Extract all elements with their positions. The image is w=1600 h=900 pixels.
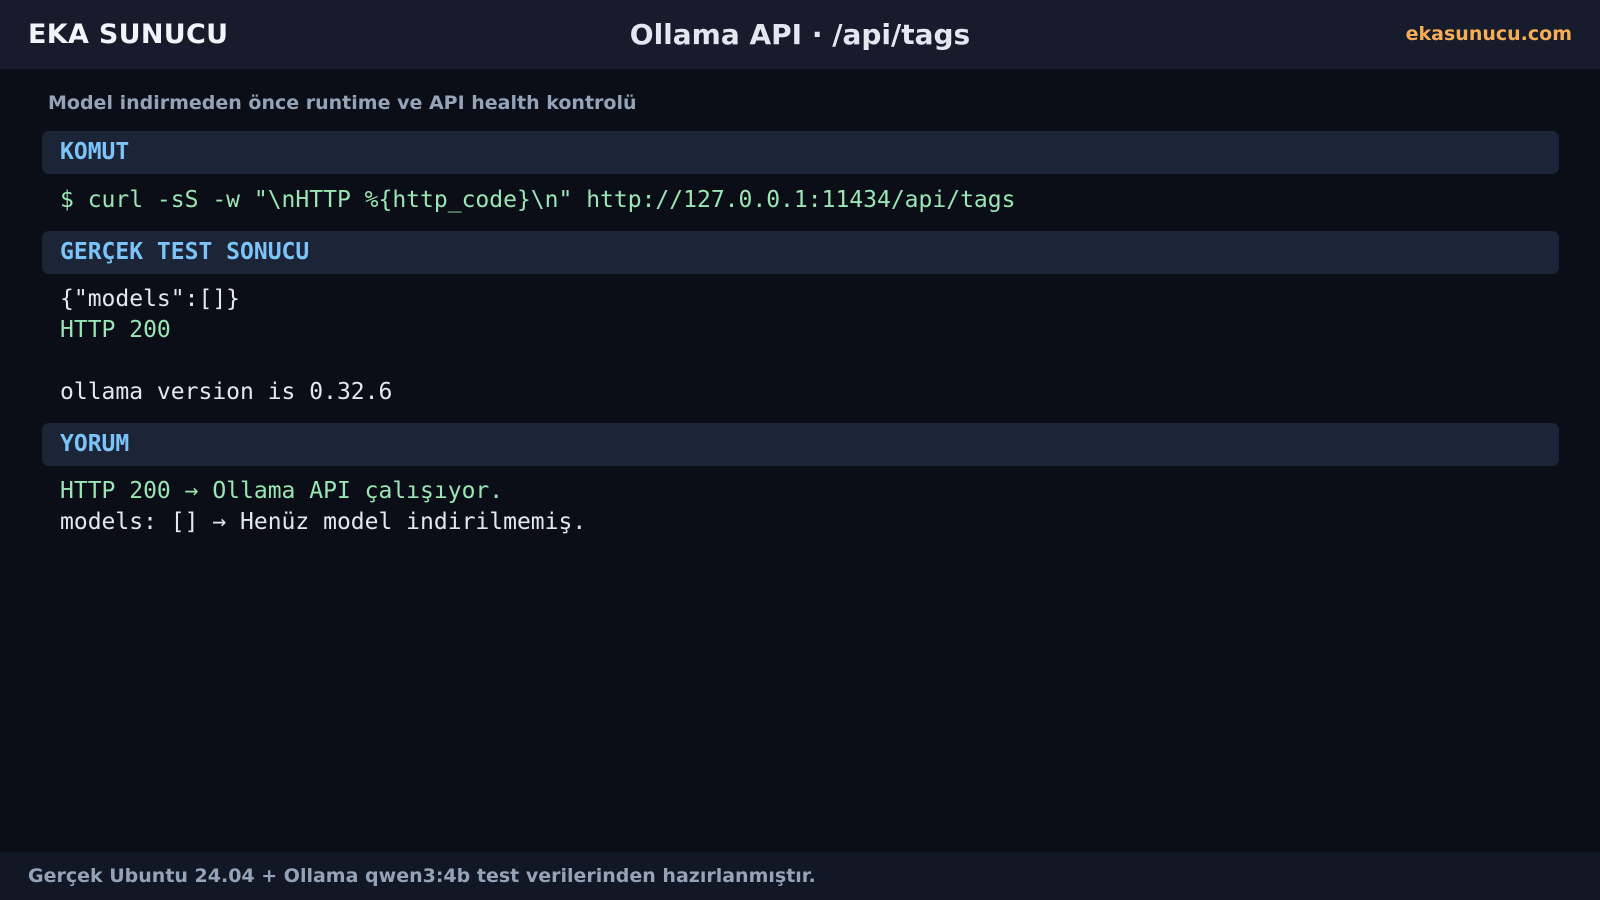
comment-line-1: HTTP 200 → Ollama API çalışıyor. (60, 478, 504, 504)
footer-bar: Gerçek Ubuntu 24.04 + Ollama qwen3:4b te… (0, 852, 1600, 900)
section-header-comment: YORUM (42, 423, 1559, 466)
top-bar: EKA SUNUCU Ollama API · /api/tags ekasun… (0, 0, 1600, 69)
section-heading-command: KOMUT (60, 139, 130, 165)
section-heading-result: GERÇEK TEST SONUCU (60, 239, 310, 265)
result-version-line: ollama version is 0.32.6 (60, 379, 393, 405)
result-status-line: HTTP 200 (60, 317, 171, 343)
result-json-line: {"models":[]} (60, 286, 241, 312)
command-line: $ curl -sS -w "\nHTTP %{http_code}\n" ht… (60, 187, 1016, 213)
footer-note: Gerçek Ubuntu 24.04 + Ollama qwen3:4b te… (28, 865, 816, 887)
section-header-result: GERÇEK TEST SONUCU (42, 231, 1559, 274)
section-heading-comment: YORUM (60, 431, 130, 457)
page-subtitle: Model indirmeden önce runtime ve API hea… (48, 92, 637, 114)
comment-line-2: models: [] → Henüz model indirilmemiş. (60, 509, 587, 535)
section-header-command: KOMUT (42, 131, 1559, 174)
page-title: Ollama API · /api/tags (629, 18, 971, 51)
site-link[interactable]: ekasunucu.com (1406, 0, 1572, 69)
